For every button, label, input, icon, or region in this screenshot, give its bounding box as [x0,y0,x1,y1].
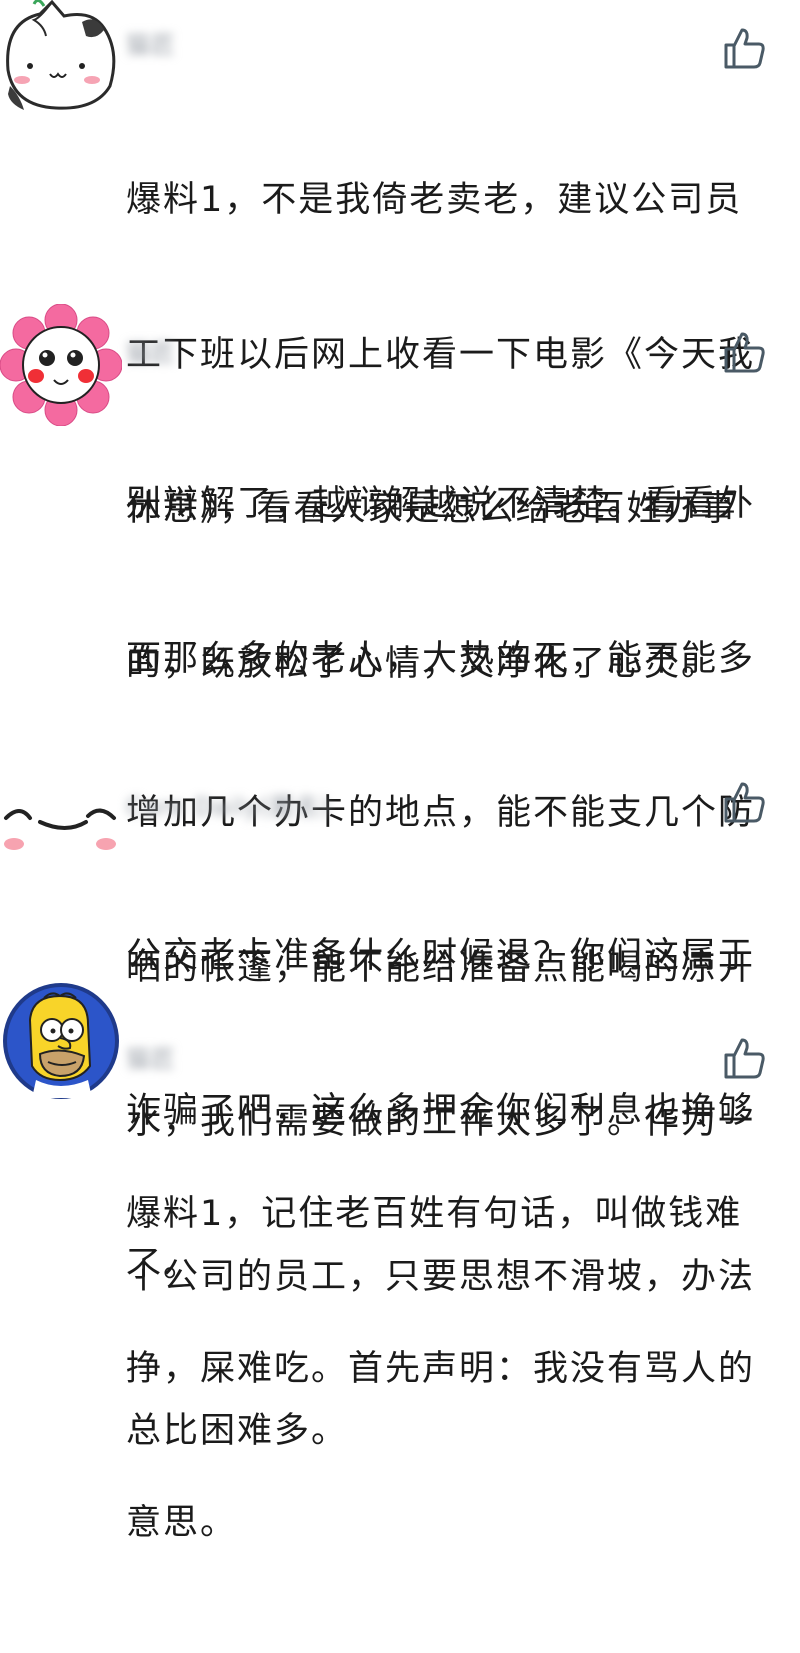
sleepy-face-avatar[interactable] [0,778,122,900]
white-cat-avatar[interactable] [0,0,122,122]
comment-line: 爆料1，不是我倚老卖老，建议公司员 [126,180,743,220]
username[interactable]: Care Daily(匿名) [126,790,331,824]
username[interactable]: 猫匠 [126,336,176,370]
comment-line: 挣，屎难吃。首先声明：我没有骂人的 [126,1348,756,1389]
comment-list: 猫匠 爆料1，不是我倚老卖老，建议公司员 工下班以后网上收看一下电影《今天我 休… [0,0,800,1543]
homer-cartoon-avatar[interactable] [0,980,122,1102]
comment-line: 工下班以后网上收看一下电影《今天我 [126,334,756,375]
thumbs-up-icon[interactable] [722,26,766,70]
username[interactable]: 猫匠 [126,1042,176,1076]
comment-line: 公交老卡准备什么时候退？你们这属于 [126,936,756,976]
comment-text: 爆料1，记住老百姓有句话，叫做钱难 挣，屎难吃。首先声明：我没有骂人的 意思。 [126,1086,766,1653]
thumbs-up-icon[interactable] [722,330,766,374]
thumbs-up-icon[interactable] [722,1036,766,1080]
thumbs-up-icon[interactable] [722,780,766,824]
comment-line: 爆料1，记住老百姓有句话，叫做钱难 [126,1194,743,1234]
comment-line: 别辩解了，越辩解越说不清楚。看看外 [126,484,756,524]
comment-line: 面那么多的老人，大热的天，能不能多 [126,638,756,679]
username[interactable]: 猫匠 [126,28,176,62]
comment-line: 意思。 [126,1503,238,1543]
pink-flower-face-avatar[interactable] [0,304,122,426]
